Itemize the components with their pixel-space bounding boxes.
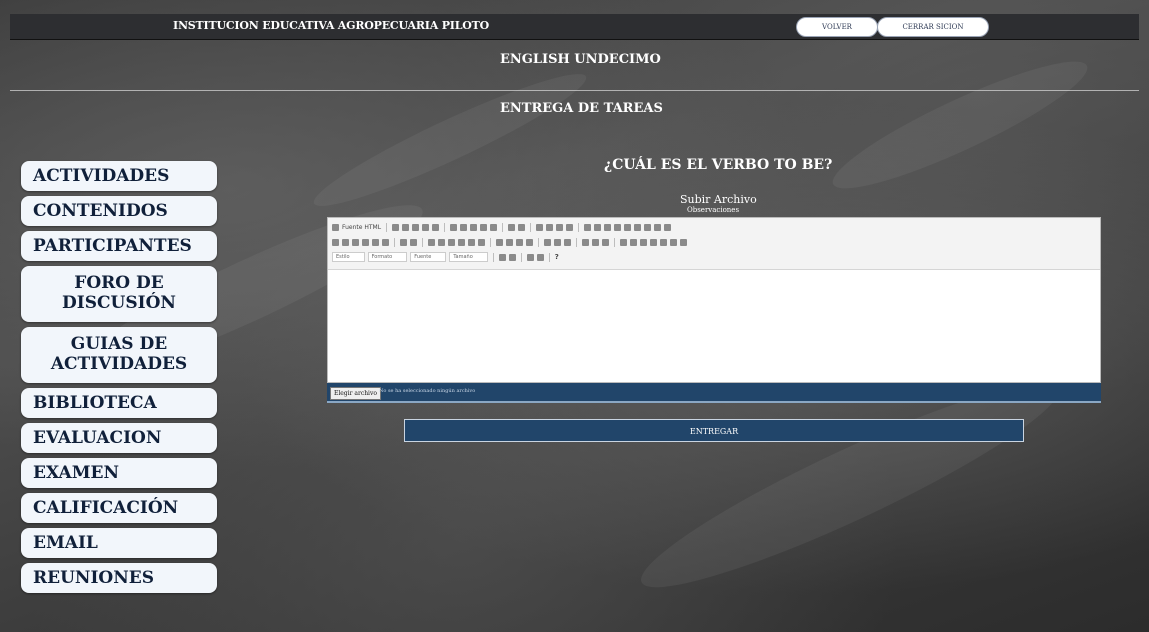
upload-label: Subir Archivo (680, 193, 757, 206)
save-icon[interactable] (392, 223, 400, 231)
sidebar-item-participantes[interactable]: PARTICIPANTES (21, 231, 217, 261)
observations-label: Observaciones (687, 206, 740, 214)
replace-icon[interactable] (546, 223, 554, 231)
redo-icon[interactable] (518, 223, 526, 231)
superscript-icon[interactable] (382, 238, 389, 246)
ltr-icon[interactable] (544, 238, 551, 246)
strike-icon[interactable] (362, 238, 369, 246)
numbered-list-icon[interactable] (428, 238, 435, 246)
templates-icon[interactable] (432, 223, 440, 231)
preview-icon[interactable] (412, 223, 420, 231)
sidebar-item-biblioteca[interactable]: BIBLIOTECA (21, 388, 217, 418)
bulleted-list-icon[interactable] (438, 238, 445, 246)
indent-icon[interactable] (458, 238, 465, 246)
radio-icon[interactable] (604, 223, 612, 231)
image-button-icon[interactable] (654, 223, 662, 231)
cut-icon[interactable] (450, 223, 458, 231)
editor-toolbar: Fuente HTML Estilo Formato Fuente Tamaño… (328, 218, 1100, 270)
style-select[interactable]: Estilo (332, 252, 365, 262)
anchor-icon[interactable] (602, 238, 609, 246)
hidden-field-icon[interactable] (664, 223, 672, 231)
logout-button[interactable]: CERRAR SICION (877, 17, 989, 37)
task-question: ¿CUÁL ES EL VERBO TO BE? (604, 157, 833, 173)
show-blocks-icon[interactable] (536, 253, 544, 261)
copy-format-icon[interactable] (400, 238, 407, 246)
special-char-icon[interactable] (660, 238, 667, 246)
table-icon[interactable] (630, 238, 637, 246)
print-icon[interactable] (422, 223, 430, 231)
link-icon[interactable] (582, 238, 589, 246)
blockquote-icon[interactable] (468, 238, 475, 246)
school-name: INSTITUCION EDUCATIVA AGROPECUARIA PILOT… (173, 19, 490, 32)
sidebar-item-evaluacion[interactable]: EVALUACION (21, 423, 217, 453)
find-icon[interactable] (536, 223, 544, 231)
choose-file-button[interactable]: Elegir archivo (330, 387, 381, 400)
button-icon[interactable] (644, 223, 652, 231)
unlink-icon[interactable] (592, 238, 599, 246)
paste-icon[interactable] (470, 223, 478, 231)
maximize-icon[interactable] (526, 253, 534, 261)
page-break-icon[interactable] (670, 238, 677, 246)
sidebar-item-reuniones[interactable]: REUNIONES (21, 563, 217, 593)
file-upload-bar: Elegir archivo No se ha seleccionado nin… (327, 383, 1101, 403)
iframe-icon[interactable] (680, 238, 687, 246)
align-center-icon[interactable] (506, 238, 513, 246)
course-title: ENGLISH UNDECIMO (500, 52, 661, 67)
select-icon[interactable] (634, 223, 642, 231)
text-color-icon[interactable] (498, 253, 506, 261)
align-left-icon[interactable] (496, 238, 503, 246)
submit-button[interactable]: ENTREGAR (404, 419, 1024, 442)
language-icon[interactable] (564, 238, 571, 246)
file-status-text: No se ha seleccionado ningún archivo (379, 388, 476, 394)
paste-text-icon[interactable] (480, 223, 488, 231)
align-right-icon[interactable] (516, 238, 523, 246)
smiley-icon[interactable] (650, 238, 657, 246)
source-button[interactable]: Fuente HTML (342, 224, 381, 231)
form-icon[interactable] (584, 223, 592, 231)
sidebar-item-actividades[interactable]: ACTIVIDADES (21, 161, 217, 191)
format-select[interactable]: Formato (367, 252, 408, 262)
spellcheck-icon[interactable] (566, 223, 574, 231)
checkbox-icon[interactable] (594, 223, 602, 231)
sidebar-item-contenidos[interactable]: CONTENIDOS (21, 196, 217, 226)
select-all-icon[interactable] (556, 223, 564, 231)
italic-icon[interactable] (342, 238, 349, 246)
bg-color-icon[interactable] (508, 253, 516, 261)
divider (10, 90, 1139, 91)
font-select[interactable]: Fuente (410, 252, 447, 262)
chalk-streak (822, 43, 1098, 207)
subscript-icon[interactable] (372, 238, 379, 246)
sidebar-item-calificacion[interactable]: CALIFICACIÓN (21, 493, 217, 523)
underline-icon[interactable] (352, 238, 359, 246)
chalk-streak (305, 58, 595, 222)
rtl-icon[interactable] (554, 238, 561, 246)
new-page-icon[interactable] (402, 223, 410, 231)
horizontal-rule-icon[interactable] (640, 238, 647, 246)
justify-icon[interactable] (526, 238, 533, 246)
textfield-icon[interactable] (614, 223, 622, 231)
section-title: ENTREGA DE TAREAS (500, 101, 663, 116)
source-icon[interactable] (332, 223, 339, 231)
help-icon[interactable]: ? (555, 253, 559, 261)
sidebar-item-guias[interactable]: GUIAS DE ACTIVIDADES (21, 327, 217, 383)
editor-content-area[interactable] (328, 270, 1100, 382)
image-icon[interactable] (620, 238, 627, 246)
paste-word-icon[interactable] (490, 223, 498, 231)
bold-icon[interactable] (332, 238, 339, 246)
outdent-icon[interactable] (448, 238, 455, 246)
textarea-icon[interactable] (624, 223, 632, 231)
sidebar-item-email[interactable]: EMAIL (21, 528, 217, 558)
sidebar-nav: ACTIVIDADES CONTENIDOS PARTICIPANTES FOR… (21, 161, 217, 598)
copy-icon[interactable] (460, 223, 468, 231)
remove-format-icon[interactable] (410, 238, 417, 246)
size-select[interactable]: Tamaño (449, 252, 488, 262)
sidebar-item-foro[interactable]: FORO DE DISCUSIÓN (21, 266, 217, 322)
undo-icon[interactable] (508, 223, 516, 231)
sidebar-item-examen[interactable]: EXAMEN (21, 458, 217, 488)
div-icon[interactable] (478, 238, 485, 246)
top-bar: INSTITUCION EDUCATIVA AGROPECUARIA PILOT… (10, 14, 1139, 40)
back-button[interactable]: VOLVER (796, 17, 878, 37)
rich-text-editor[interactable]: Fuente HTML Estilo Formato Fuente Tamaño… (327, 217, 1101, 383)
